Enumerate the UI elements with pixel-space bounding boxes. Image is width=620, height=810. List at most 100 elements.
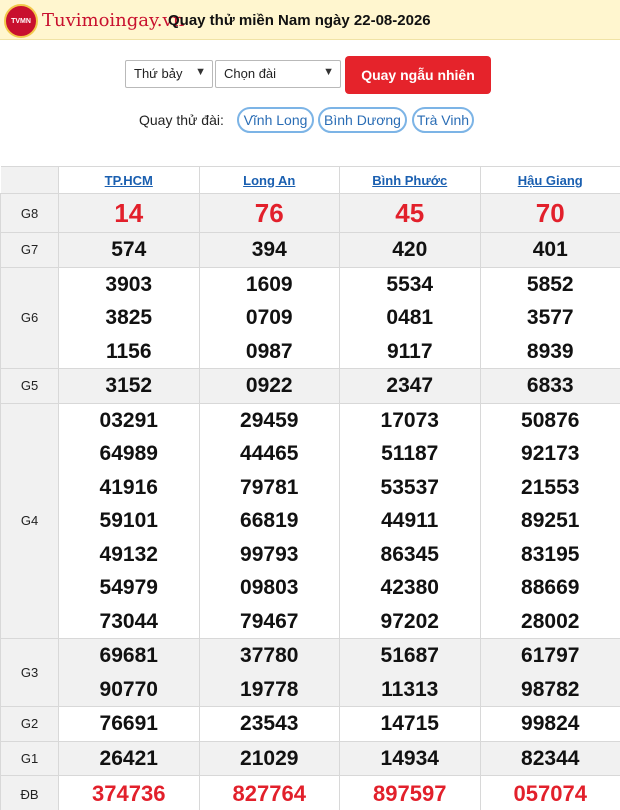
prize-row: G4 03291 64989 41916 59101 49132 54979 73044 294…: [0, 402, 620, 639]
prize-cell: 057074: [479, 775, 620, 810]
prize-number: 99824: [521, 712, 580, 735]
prize-cell: 374736: [58, 775, 200, 810]
prize-number: 11313: [381, 677, 439, 701]
prize-cell: 21029: [198, 740, 340, 776]
prize-label: G3: [0, 638, 59, 707]
prize-cell: 82344: [479, 740, 620, 776]
prize-label: G8: [0, 193, 59, 233]
prize-row: G1 26421 21029 14934 82344: [0, 740, 620, 776]
prize-cell: 6833: [479, 368, 620, 404]
prize-label: G7: [0, 232, 59, 268]
prize-cell: 394: [198, 232, 340, 268]
prize-number: 057074: [513, 781, 587, 806]
prize-number: 03291: [99, 408, 158, 432]
prize-number: 64989: [99, 442, 158, 465]
prize-number: 1609: [245, 272, 293, 296]
station-chip[interactable]: Vĩnh Long: [237, 107, 314, 133]
prize-cell: 45: [339, 193, 481, 233]
table-header-row: TP.HCM Long An Bình Phước Hậu Giang: [0, 166, 620, 194]
prize-cell: 2347: [339, 368, 481, 404]
prize-row: ĐB 374736 827764 897597 057074: [0, 775, 620, 810]
province-link[interactable]: TP.HCM: [105, 173, 153, 188]
prize-row: G5 3152 0922 2347 6833: [0, 368, 620, 404]
prize-cell: 5534 0481 9117: [339, 266, 481, 369]
prize-number: 73044: [99, 609, 158, 633]
prize-cell: 99824: [479, 706, 620, 742]
prize-number: 0987: [245, 339, 293, 363]
province-header: Hậu Giang: [479, 166, 620, 194]
station-chip[interactable]: Trà Vinh: [412, 107, 474, 133]
prize-label: G5: [0, 368, 59, 404]
province-header: Bình Phước: [339, 166, 481, 194]
prize-cell: 23543: [198, 706, 340, 742]
prize-number: 6833: [526, 374, 574, 397]
prize-number: 14934: [380, 746, 439, 770]
random-draw-button[interactable]: Quay ngẫu nhiên: [345, 56, 491, 94]
prize-number: 0481: [386, 306, 434, 329]
prize-cell: 574: [58, 232, 200, 268]
prize-cell: 5852 3577 8939: [479, 266, 620, 369]
header-blank-cell: [0, 166, 59, 194]
prize-number: 2347: [386, 374, 434, 397]
prize-number: 42380: [380, 576, 439, 599]
day-select[interactable]: Thứ bảy ▼: [125, 60, 213, 88]
prize-number: 59101: [99, 509, 158, 532]
prize-number: 17073: [380, 408, 439, 432]
prize-number: 44911: [381, 509, 439, 532]
station-select-value: Chọn đài: [224, 66, 277, 81]
prize-number: 44465: [240, 442, 299, 465]
prize-number: 49132: [99, 542, 158, 566]
prize-row: G6 3903 3825 1156 1609 0709 0987 5534 0481 9117 58…: [0, 266, 620, 369]
prize-cell: 14: [58, 193, 200, 233]
prize-number: 9117: [386, 339, 433, 363]
prize-number: 14: [114, 198, 144, 228]
station-chip[interactable]: Bình Dương: [318, 107, 407, 133]
prize-number: 69681: [99, 644, 158, 667]
prize-number: 83195: [521, 542, 580, 566]
prize-number: 420: [392, 238, 428, 261]
province-link[interactable]: Hậu Giang: [518, 173, 583, 188]
prize-cell: 50876 92173 21553 89251 83195 88669 28002: [479, 402, 620, 639]
prize-number: 50876: [521, 408, 580, 432]
logo-badge-icon[interactable]: TVMN: [4, 4, 38, 38]
prize-number: 0922: [245, 374, 293, 397]
prize-number: 827764: [232, 781, 306, 806]
prize-number: 99793: [240, 542, 299, 566]
prize-number: 21553: [521, 475, 580, 499]
prize-number: 45: [395, 198, 425, 228]
prize-number: 37780: [240, 644, 299, 667]
province-header: Long An: [198, 166, 340, 194]
prize-cell: 17073 51187 53537 44911 86345 42380 97202: [339, 402, 481, 639]
province-link[interactable]: Long An: [243, 173, 295, 188]
prize-number: 41916: [99, 475, 158, 499]
prize-number: 5534: [386, 272, 434, 296]
prize-cell: 14715: [339, 706, 481, 742]
prize-number: 897597: [373, 781, 447, 806]
prize-cell: 827764: [198, 775, 340, 810]
prize-number: 574: [111, 238, 147, 261]
prize-cell: 3152: [58, 368, 200, 404]
prize-number: 3152: [105, 374, 153, 397]
prize-cell: 897597: [339, 775, 481, 810]
prize-number: 3577: [526, 306, 574, 329]
prize-number: 3903: [105, 272, 153, 296]
prize-number: 1156: [105, 339, 152, 363]
prize-number: 61797: [521, 644, 580, 667]
results-table-body: TP.HCM Long An Bình Phước Hậu Giang G8 14…: [0, 166, 620, 810]
prize-cell: 0922: [198, 368, 340, 404]
site-logo-text[interactable]: Tuvimoingay.vn: [42, 10, 184, 31]
prize-number: 374736: [92, 781, 166, 806]
prize-number: 51687: [380, 644, 439, 667]
prize-cell: 420: [339, 232, 481, 268]
prize-row: G2 76691 23543 14715 99824: [0, 706, 620, 742]
station-select[interactable]: Chọn đài ▼: [215, 60, 341, 88]
prize-cell: 401: [479, 232, 620, 268]
prize-number: 19778: [240, 677, 299, 701]
top-bar: TVMN Tuvimoingay.vn Quay thử miền Nam ng…: [0, 0, 620, 40]
prize-cell: 3903 3825 1156: [58, 266, 200, 369]
prize-cell: 61797 98782: [479, 638, 620, 707]
prize-number: 76: [254, 198, 284, 228]
prize-number: 26421: [99, 746, 158, 770]
province-link[interactable]: Bình Phước: [372, 173, 447, 188]
prize-cell: 1609 0709 0987: [198, 266, 340, 369]
